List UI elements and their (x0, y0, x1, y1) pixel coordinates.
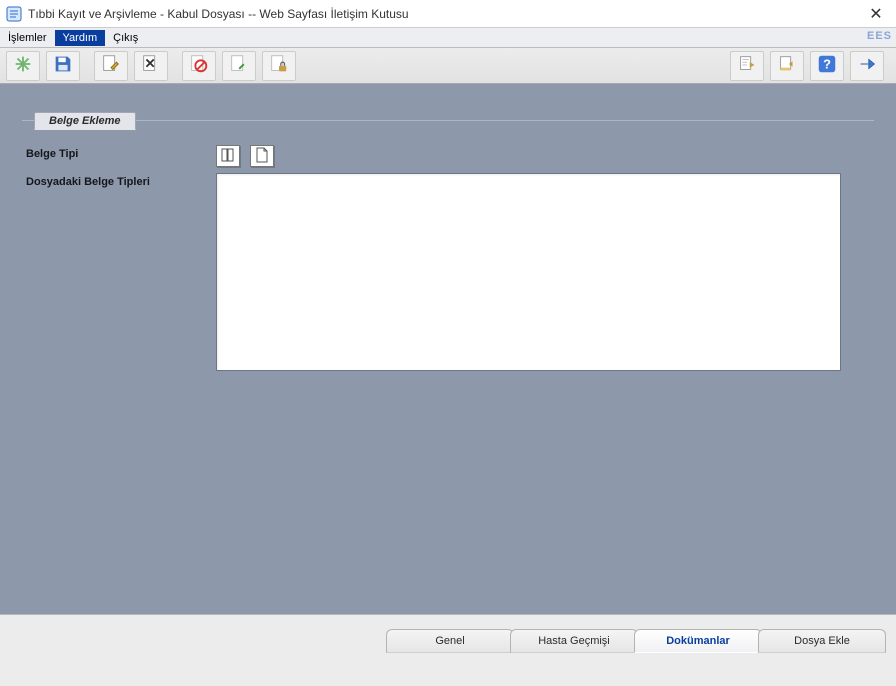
pencil-doc-icon (100, 53, 122, 78)
import-icon (736, 53, 758, 78)
tab-hasta-gecmisi[interactable]: Hasta Geçmişi (510, 629, 638, 653)
tab-dokumanlar[interactable]: Dokümanlar (634, 629, 762, 653)
document-lock-button[interactable] (262, 51, 296, 81)
import-button[interactable] (730, 51, 764, 81)
row-dosyadaki-belge-tipleri: Dosyadaki Belge Tipleri (26, 173, 870, 371)
document-lock-icon (268, 53, 290, 78)
new-record-button[interactable] (6, 51, 40, 81)
delete-x-icon (140, 53, 162, 78)
app-icon (6, 6, 22, 22)
form: Belge Tipi Dosyadaki Belge Tipleri (22, 145, 874, 371)
save-button[interactable] (46, 51, 80, 81)
floppy-disk-icon (52, 53, 74, 78)
group-border (22, 120, 874, 121)
menu-cikis[interactable]: Çıkış (105, 30, 146, 46)
new-document-button[interactable] (250, 145, 274, 167)
group-panel: Belge Ekleme Belge Tipi Dosyadaki Belge … (22, 120, 874, 590)
asterisk-icon (12, 53, 34, 78)
close-button[interactable]: ✕ (856, 4, 896, 24)
tab-dosya-ekle[interactable]: Dosya Ekle (758, 629, 886, 653)
menu-bar: İşlemler Yardım Çıkış EES (0, 28, 896, 48)
book-icon (220, 147, 236, 166)
document-pencil-icon (228, 53, 250, 78)
brand-label: EES (867, 30, 892, 42)
export-icon (776, 53, 798, 78)
page-icon (254, 147, 270, 166)
menu-yardim[interactable]: Yardım (55, 30, 106, 46)
edit-button[interactable] (94, 51, 128, 81)
bottom-area: Genel Hasta Geçmişi Dokümanlar Dosya Ekl… (0, 614, 896, 686)
document-types-list[interactable] (216, 173, 841, 371)
help-button[interactable]: ? (810, 51, 844, 81)
export-button[interactable] (770, 51, 804, 81)
svg-text:?: ? (823, 57, 831, 72)
prohibit-icon (188, 53, 210, 78)
group-title: Belge Ekleme (34, 112, 136, 130)
title-bar: Tıbbi Kayıt ve Arşivleme - Kabul Dosyası… (0, 0, 896, 28)
arrow-right-icon (856, 53, 878, 78)
window-title: Tıbbi Kayıt ve Arşivleme - Kabul Dosyası… (28, 7, 856, 21)
row-belge-tipi: Belge Tipi (26, 145, 870, 167)
content-area: Belge Ekleme Belge Tipi Dosyadaki Belge … (0, 84, 896, 614)
lookup-button[interactable] (216, 145, 240, 167)
tab-genel[interactable]: Genel (386, 629, 514, 653)
question-icon: ? (816, 53, 838, 78)
menu-islemler[interactable]: İşlemler (0, 30, 55, 46)
toolbar: ? (0, 48, 896, 84)
label-dosyadaki-belge-tipleri: Dosyadaki Belge Tipleri (26, 173, 216, 188)
label-belge-tipi: Belge Tipi (26, 145, 216, 160)
forward-button[interactable] (850, 51, 884, 81)
document-edit-button[interactable] (222, 51, 256, 81)
block-button[interactable] (182, 51, 216, 81)
bottom-tabs: Genel Hasta Geçmişi Dokümanlar Dosya Ekl… (0, 615, 896, 653)
delete-button[interactable] (134, 51, 168, 81)
